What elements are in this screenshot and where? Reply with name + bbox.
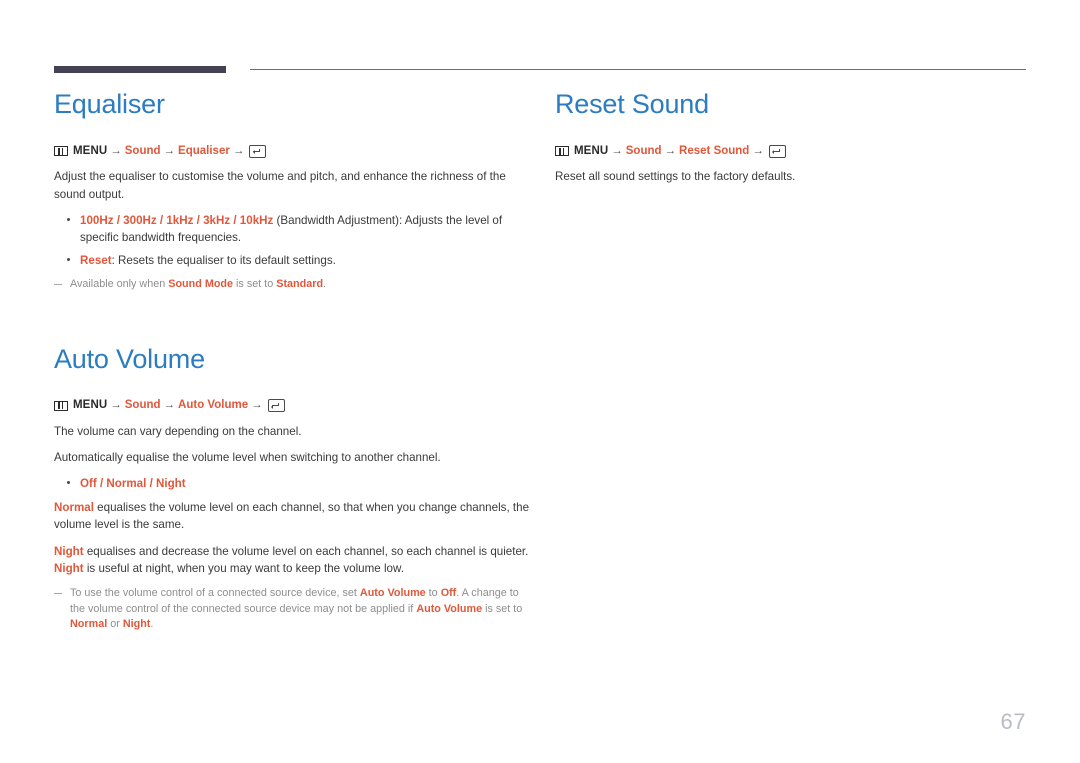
note-term: Normal: [70, 618, 108, 631]
arrow-glyph: →: [251, 399, 263, 412]
right-column: Reset Sound MENU → Sound → Reset Sound →…: [555, 89, 1030, 186]
note-term: Auto Volume: [416, 602, 483, 615]
paragraph: Automatically equalise the volume level …: [54, 451, 441, 465]
note-text: is set to: [233, 277, 277, 290]
section-auto-volume: Auto Volume MENU → Sound → Auto Volume →…: [54, 343, 534, 634]
note-text: or: [107, 618, 123, 631]
menu-term-sound: Sound: [124, 144, 161, 157]
arrow-glyph: →: [664, 144, 677, 157]
page-columns: Equaliser MENU → Sound → Equaliser → Adj…: [0, 0, 1080, 763]
note-term: Sound Mode: [168, 277, 234, 290]
note-auto-volume: To use the volume control of a connected…: [54, 586, 534, 633]
note-equaliser: Available only when Sound Mode is set to…: [54, 277, 534, 293]
bullet-list-auto-volume: Off / Normal / Night: [54, 475, 534, 492]
menu-path-equaliser: MENU → Sound → Equaliser →: [54, 143, 534, 160]
explanation-term: Normal: [54, 501, 94, 515]
arrow-glyph: →: [163, 399, 176, 412]
enter-key-icon: [267, 399, 285, 413]
explanation-night: Night equalises and decrease the volume …: [54, 543, 534, 577]
menu-term-auto-volume: Auto Volume: [178, 399, 249, 412]
paragraph: Adjust the equaliser to customise the vo…: [54, 170, 506, 201]
menu-grid-icon: [54, 400, 68, 411]
section-reset-sound: Reset Sound MENU → Sound → Reset Sound →…: [555, 89, 1030, 186]
section-equaliser: Equaliser MENU → Sound → Equaliser → Adj…: [54, 89, 534, 293]
menu-label: MENU: [73, 399, 108, 412]
left-column: Equaliser MENU → Sound → Equaliser → Adj…: [54, 89, 534, 634]
explanation-term: Night: [54, 561, 84, 575]
bullet-list-equaliser: 100Hz / 300Hz / 1kHz / 3kHz / 10kHz (Ban…: [54, 212, 534, 269]
explanation-text: equalises the volume level on each chann…: [54, 501, 530, 532]
menu-term-equaliser: Equaliser: [178, 144, 230, 157]
list-item-text: : Resets the equaliser to its default se…: [111, 253, 336, 267]
note-text: .: [150, 618, 154, 631]
menu-grid-icon: [54, 146, 68, 157]
list-item: 100Hz / 300Hz / 1kHz / 3kHz / 10kHz (Ban…: [54, 212, 534, 246]
arrow-glyph: →: [611, 144, 623, 157]
note-text: Available only when: [70, 277, 169, 290]
page-title-equaliser: Equaliser: [54, 89, 165, 119]
explanation-normal: Normal equalises the volume level on eac…: [54, 499, 534, 533]
page-number: 67: [1000, 709, 1026, 734]
explanation-term: Night: [54, 544, 84, 558]
menu-grid-icon: [555, 146, 569, 157]
menu-term-sound: Sound: [124, 399, 161, 412]
enter-key-icon: [249, 144, 267, 158]
note-term: Auto Volume: [359, 586, 426, 599]
menu-path-reset-sound: MENU → Sound → Reset Sound →: [555, 143, 1030, 160]
list-item-highlight: Reset: [80, 253, 112, 267]
menu-term-sound: Sound: [625, 144, 662, 157]
menu-label: MENU: [73, 144, 108, 157]
note-text: To use the volume control of a connected…: [70, 586, 360, 599]
menu-path-auto-volume: MENU → Sound → Auto Volume →: [54, 397, 534, 414]
list-item: Reset: Resets the equaliser to its defau…: [54, 252, 534, 269]
note-text: is set to: [482, 602, 523, 615]
note-term: Standard: [276, 277, 324, 290]
arrow-glyph: →: [232, 144, 245, 157]
menu-label: MENU: [574, 144, 609, 157]
page-title-reset-sound: Reset Sound: [555, 89, 709, 119]
note-term: Off: [440, 586, 457, 599]
paragraph: Reset all sound settings to the factory …: [555, 170, 796, 184]
paragraph: The volume can vary depending on the cha…: [54, 424, 302, 438]
note-text: to: [425, 586, 441, 599]
arrow-glyph: →: [752, 144, 764, 157]
note-text: .: [323, 277, 327, 290]
list-item: Off / Normal / Night: [54, 475, 534, 492]
enter-key-icon: [768, 144, 786, 158]
arrow-glyph: →: [110, 399, 122, 412]
explanation-text: is useful at night, when you may want to…: [83, 561, 404, 575]
arrow-glyph: →: [110, 144, 122, 157]
explanation-text: equalises and decrease the volume level …: [83, 544, 529, 558]
note-term: Night: [122, 618, 151, 631]
page-title-auto-volume: Auto Volume: [54, 343, 205, 374]
list-item-highlight: Off / Normal / Night: [80, 477, 186, 491]
arrow-glyph: →: [163, 144, 176, 157]
menu-term-reset-sound: Reset Sound: [679, 144, 750, 157]
list-item-highlight: 100Hz / 300Hz / 1kHz / 3kHz / 10kHz: [80, 213, 274, 227]
